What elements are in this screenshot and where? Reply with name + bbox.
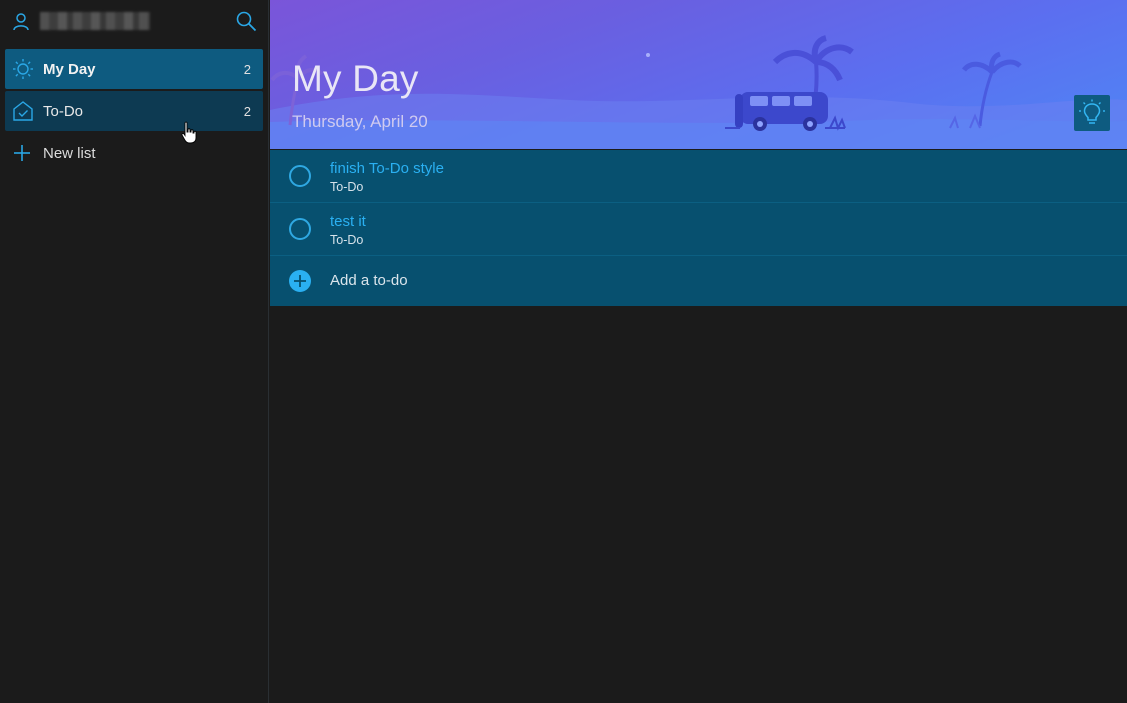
user-icon[interactable] — [11, 11, 31, 31]
user-name-redacted[interactable] — [40, 12, 150, 30]
task-list-name: To-Do — [330, 233, 364, 247]
add-todo-row[interactable]: Add a to-do — [270, 256, 1127, 306]
sidebar-header — [0, 0, 269, 44]
page-date: Thursday, April 20 — [292, 112, 428, 131]
page-title: My Day — [292, 58, 419, 99]
sidebar-item-label: My Day — [43, 61, 96, 78]
task-title: finish To-Do style — [330, 160, 444, 177]
complete-checkbox[interactable] — [289, 165, 311, 187]
new-list-button[interactable]: New list — [5, 133, 263, 173]
task-list-name: To-Do — [330, 180, 364, 194]
task-row[interactable]: test it To-Do — [270, 203, 1127, 256]
search-icon[interactable] — [235, 10, 257, 32]
complete-checkbox[interactable] — [289, 218, 311, 240]
task-count-badge: 2 — [243, 104, 251, 119]
add-todo-label: Add a to-do — [330, 272, 408, 289]
sidebar: My Day 2 To-Do 2 New list — [0, 0, 269, 703]
sidebar-item-my-day[interactable]: My Day 2 — [5, 49, 263, 89]
add-circle-icon — [289, 270, 311, 292]
sun-icon — [13, 59, 33, 79]
main-pane: My Day Thursday, April 20 finish To-Do s… — [270, 0, 1127, 703]
lightbulb-icon — [1079, 99, 1105, 124]
sidebar-item-to-do[interactable]: To-Do 2 — [5, 91, 263, 131]
task-list: finish To-Do style To-Do test it To-Do A… — [270, 150, 1127, 306]
home-check-icon — [13, 101, 33, 121]
my-day-banner: My Day Thursday, April 20 — [270, 0, 1127, 149]
task-count-badge: 2 — [243, 62, 251, 77]
suggestions-button[interactable] — [1074, 95, 1110, 131]
task-row[interactable]: finish To-Do style To-Do — [270, 150, 1127, 203]
task-title: test it — [330, 213, 366, 230]
sidebar-item-label: To-Do — [43, 103, 84, 120]
plus-icon — [14, 145, 30, 161]
new-list-label: New list — [43, 145, 96, 162]
